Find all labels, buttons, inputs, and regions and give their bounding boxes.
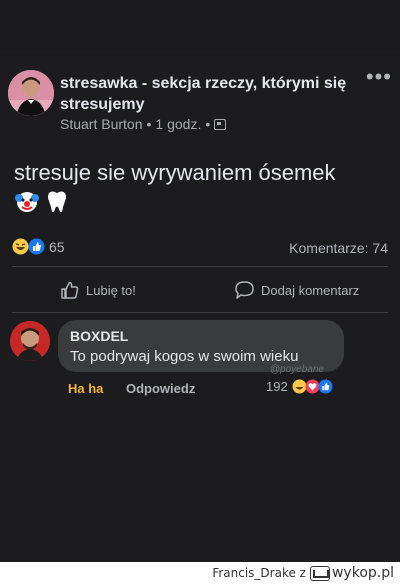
divider-bottom (12, 312, 388, 313)
post-actions: Lubię to! Dodaj komentarz (0, 280, 400, 306)
comment-reactions[interactable]: 192 (266, 379, 333, 394)
post-meta: Stuart Burton • 1 godz. • (60, 116, 227, 132)
like-button[interactable]: Lubię to! (60, 280, 136, 300)
reply-button[interactable]: Odpowiedz (126, 381, 195, 396)
top-strip (0, 0, 400, 50)
meta-separator: • (146, 116, 152, 132)
footer-user[interactable]: Francis_Drake z (212, 566, 306, 580)
meta-separator-2: • (205, 116, 211, 132)
comment-author[interactable]: BOXDEL (70, 328, 332, 345)
thumbs-up-icon (61, 281, 79, 299)
footer-bar: Francis_Drake z wykop.pl (0, 562, 400, 584)
group-title[interactable]: stresawka - sekcja rzeczy, którymi się s… (60, 73, 350, 115)
post-time[interactable]: 1 godz. (155, 116, 201, 132)
comment-label: Dodaj komentarz (261, 282, 360, 298)
comment-reaction-count: 192 (266, 379, 288, 394)
post-header: stresawka - sekcja rzeczy, którymi się s… (8, 66, 392, 140)
comment-bubble-icon (235, 281, 254, 299)
author-name[interactable]: Stuart Burton (60, 116, 143, 132)
tooth-icon (48, 191, 66, 213)
wykop-logo-text: wykop.pl (331, 565, 394, 581)
reaction-summary[interactable]: 65 (12, 238, 65, 255)
wykop-logo[interactable]: wykop.pl (309, 565, 394, 581)
comment-bubble[interactable]: BOXDEL To podrywaj kogos w swoim wieku @… (58, 320, 344, 375)
commenter-avatar[interactable] (10, 321, 50, 361)
divider-top (12, 266, 388, 267)
author-avatar[interactable] (8, 70, 54, 116)
like-label: Lubię to! (86, 282, 136, 298)
audience-icon (214, 118, 227, 130)
post-text: stresuje sie wyrywaniem ósemek (14, 160, 336, 185)
reaction-count: 65 (49, 238, 65, 255)
facebook-post-screen: stresawka - sekcja rzeczy, którymi się s… (0, 0, 400, 562)
haha-reaction-button[interactable]: Ha ha (68, 381, 103, 396)
haha-reaction-icon (12, 238, 29, 255)
like-reaction-icon (318, 379, 333, 394)
wykop-logo-icon (309, 565, 330, 581)
like-reaction-icon (28, 238, 45, 255)
comments-count[interactable]: Komentarze: 74 (289, 240, 388, 256)
clown-face-icon (15, 192, 39, 212)
more-options-icon[interactable]: ••• (366, 66, 392, 88)
post-emojis (14, 188, 70, 214)
comment-button[interactable]: Dodaj komentarz (234, 280, 359, 300)
watermark: @poyebane (269, 364, 324, 375)
